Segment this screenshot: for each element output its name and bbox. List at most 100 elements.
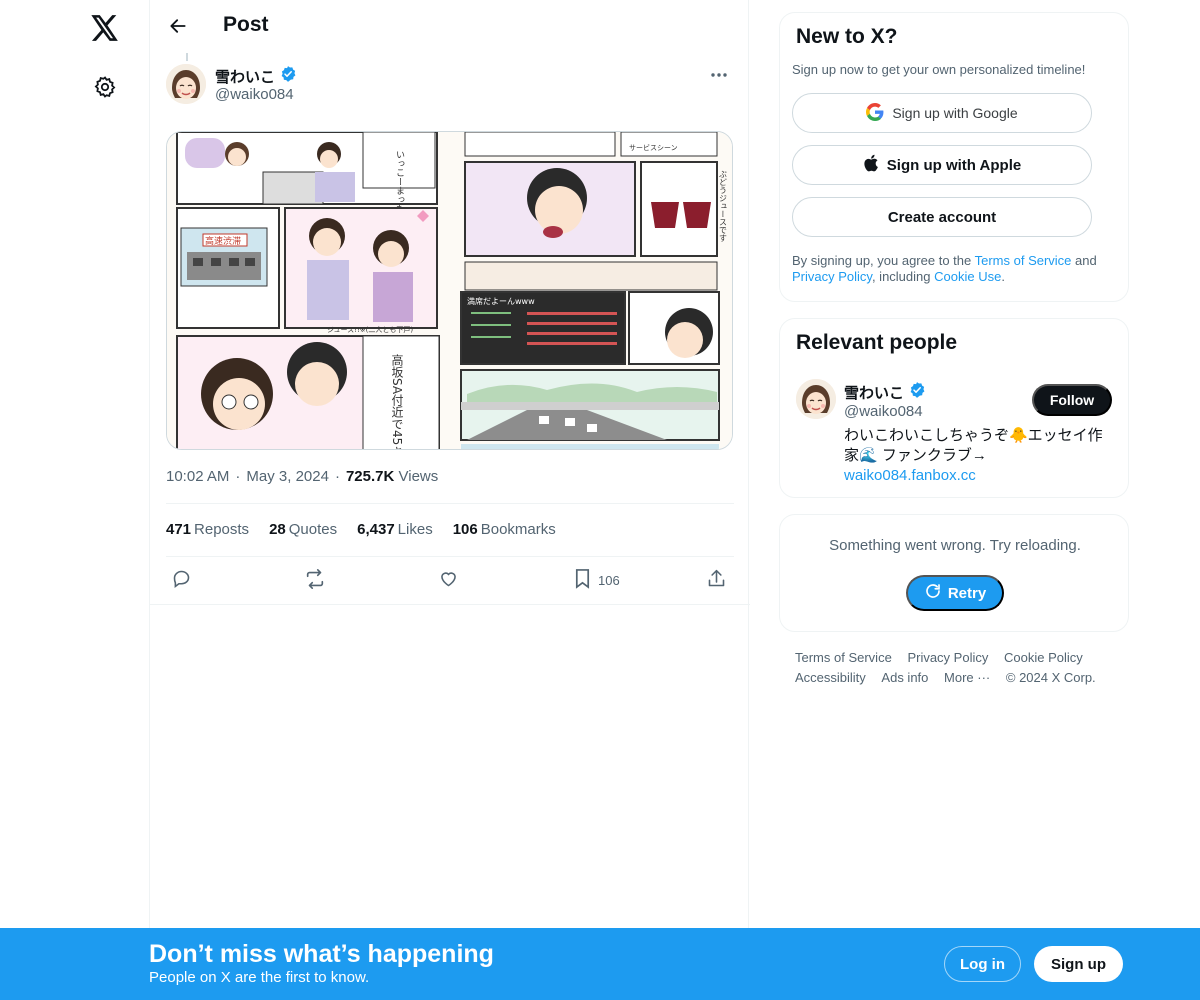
post-date[interactable]: May 3, 2024: [246, 468, 329, 485]
privacy-link[interactable]: Privacy Policy: [792, 269, 872, 284]
author-handle[interactable]: @waiko084: [215, 86, 294, 103]
post-actions: 106: [166, 566, 734, 596]
stat-quotes[interactable]: 28 Quotes: [269, 521, 337, 538]
quotes-count: 28: [269, 521, 286, 538]
post-image[interactable]: いっこーまったよー 高速渋滞 ジュース!!※(二人とも下戸) 高坂SA付近で45…: [166, 131, 733, 450]
relevant-people-card: Relevant people 雪わいこ @waiko084 Follow わい…: [779, 318, 1129, 498]
views-count: 725.7K: [345, 468, 395, 485]
reply-icon[interactable]: [171, 568, 192, 589]
footer-link-accessibility[interactable]: Accessibility: [795, 668, 866, 688]
relevant-person-name[interactable]: 雪わいこ: [844, 381, 926, 403]
divider: [166, 556, 734, 557]
new-to-x-card: New to X? Sign up now to get your own pe…: [779, 12, 1129, 302]
bookmark-button[interactable]: 106: [573, 568, 620, 592]
refresh-icon: [924, 582, 942, 604]
post-author: 雪わいこ @waiko084: [166, 64, 736, 108]
signup-button[interactable]: Sign up: [1034, 946, 1123, 982]
signup-banner: Don’t miss what’s happening People on X …: [0, 928, 1200, 1000]
left-nav: [0, 0, 149, 1000]
bookmarks-count: 106: [452, 521, 478, 538]
reposts-label: Reposts: [194, 521, 250, 538]
stat-reposts[interactable]: 471 Reposts: [166, 521, 249, 538]
signup-apple-button[interactable]: Sign up with Apple: [792, 145, 1092, 185]
repost-icon[interactable]: [304, 568, 326, 590]
google-icon: [866, 102, 884, 124]
stat-bookmarks[interactable]: 106 Bookmarks: [453, 521, 556, 538]
author-name-text[interactable]: 雪わいこ: [215, 66, 275, 87]
relevant-person-bio: わいこわいこしちゃうぞ🐥エッセイ作家🌊 ファンクラブ→ waiko084.fan…: [844, 426, 1114, 486]
like-icon[interactable]: [438, 568, 459, 589]
meta-dot: ·: [334, 468, 340, 485]
media-vertical-2: 高坂SA付近で45キロ……: [390, 353, 404, 450]
footer-links: Terms of Service Privacy Policy Cookie P…: [795, 648, 1115, 688]
terms-link[interactable]: Terms of Service: [975, 253, 1072, 268]
post-stats: 471 Reposts 28 Quotes 6,437 Likes 106 Bookma…: [166, 521, 556, 538]
terms-text: , including: [871, 269, 935, 284]
signup-apple-label: Sign up with Apple: [886, 156, 1022, 174]
create-account-button[interactable]: Create account: [792, 197, 1092, 237]
share-icon[interactable]: [706, 568, 727, 589]
follow-button[interactable]: Follow: [1032, 384, 1112, 416]
bio-text: わいこわいこしちゃうぞ🐥エッセイ作家🌊 ファンクラブ→: [844, 427, 1103, 464]
x-logo-icon[interactable]: [89, 12, 121, 44]
media-caption-1: ジュース!!※(二人とも下戸): [327, 326, 413, 334]
footer-link-privacy[interactable]: Privacy Policy: [907, 648, 988, 668]
more-icon[interactable]: [702, 64, 736, 86]
post-timestamp: 10:02 AM · May 3, 2024 · 725.7K Views: [166, 468, 438, 485]
terms-text: and: [1071, 253, 1097, 268]
author-name[interactable]: 雪わいこ: [215, 65, 297, 87]
avatar[interactable]: [796, 379, 836, 419]
media-vertical-1: ぶどうジュースです: [719, 170, 728, 242]
retry-button[interactable]: Retry: [906, 575, 1004, 611]
footer-link-ads[interactable]: Ads info: [881, 668, 928, 688]
relevant-people-title: Relevant people: [796, 331, 958, 354]
new-to-x-title: New to X?: [796, 25, 898, 48]
footer-link-cookie[interactable]: Cookie Policy: [1004, 648, 1083, 668]
likes-count: 6,437: [357, 521, 395, 538]
signup-google-button[interactable]: Sign up with Google: [792, 93, 1092, 133]
relevant-person-name-text[interactable]: 雪わいこ: [844, 382, 904, 403]
post-time[interactable]: 10:02 AM: [166, 468, 229, 485]
terms-text: .: [1001, 269, 1005, 284]
bookmark-count: 106: [598, 572, 620, 588]
footer-link-terms[interactable]: Terms of Service: [795, 648, 892, 668]
bookmark-icon: [573, 568, 592, 592]
stat-likes[interactable]: 6,437 Likes: [357, 521, 433, 538]
thread-line: [186, 53, 188, 61]
bio-link[interactable]: waiko084.fanbox.cc: [844, 466, 1114, 486]
quotes-label: Quotes: [288, 521, 338, 538]
views-label: Views: [398, 468, 439, 485]
verified-badge-icon: [279, 65, 297, 87]
new-to-x-subtitle: Sign up now to get your own personalized…: [792, 62, 1086, 77]
post-views: 725.7K Views: [346, 468, 438, 485]
main-column: Post 雪わいこ @waiko084 いっこーまったよー 高速渋滞 ジュース!…: [149, 0, 750, 1000]
terms-text: By signing up, you agree to the: [792, 253, 975, 268]
divider: [150, 604, 750, 605]
signup-terms: By signing up, you agree to the Terms of…: [792, 253, 1112, 285]
error-message: Something went wrong. Try reloading.: [829, 537, 1081, 554]
bookmarks-label: Bookmarks: [480, 521, 556, 538]
media-sign-1: 高速渋滞: [205, 235, 241, 247]
error-card: Something went wrong. Try reloading. Ret…: [779, 514, 1129, 632]
divider: [166, 503, 734, 504]
media-panel-label: サービスシーン: [629, 143, 678, 152]
avatar[interactable]: [166, 64, 206, 104]
reposts-count: 471: [166, 521, 192, 538]
footer-link-more[interactable]: More ···: [944, 668, 990, 688]
verified-badge-icon: [908, 381, 926, 403]
back-arrow-icon[interactable]: [164, 12, 192, 40]
meta-dot: ·: [235, 468, 241, 485]
cookie-link[interactable]: Cookie Use: [934, 269, 1001, 284]
signup-google-label: Sign up with Google: [892, 105, 1018, 121]
banner-subtitle: People on X are the first to know.: [149, 969, 370, 986]
likes-label: Likes: [397, 521, 433, 538]
gear-icon[interactable]: [89, 71, 121, 103]
apple-icon: [863, 154, 879, 176]
page-title: Post: [223, 13, 269, 36]
post-header: Post: [150, 0, 750, 53]
footer-copyright: © 2024 X Corp.: [1005, 670, 1096, 685]
retry-label: Retry: [947, 584, 987, 602]
relevant-person-handle[interactable]: @waiko084: [844, 403, 923, 420]
login-button[interactable]: Log in: [944, 946, 1021, 982]
media-sign-2: 満席だよーんwww: [467, 296, 535, 306]
